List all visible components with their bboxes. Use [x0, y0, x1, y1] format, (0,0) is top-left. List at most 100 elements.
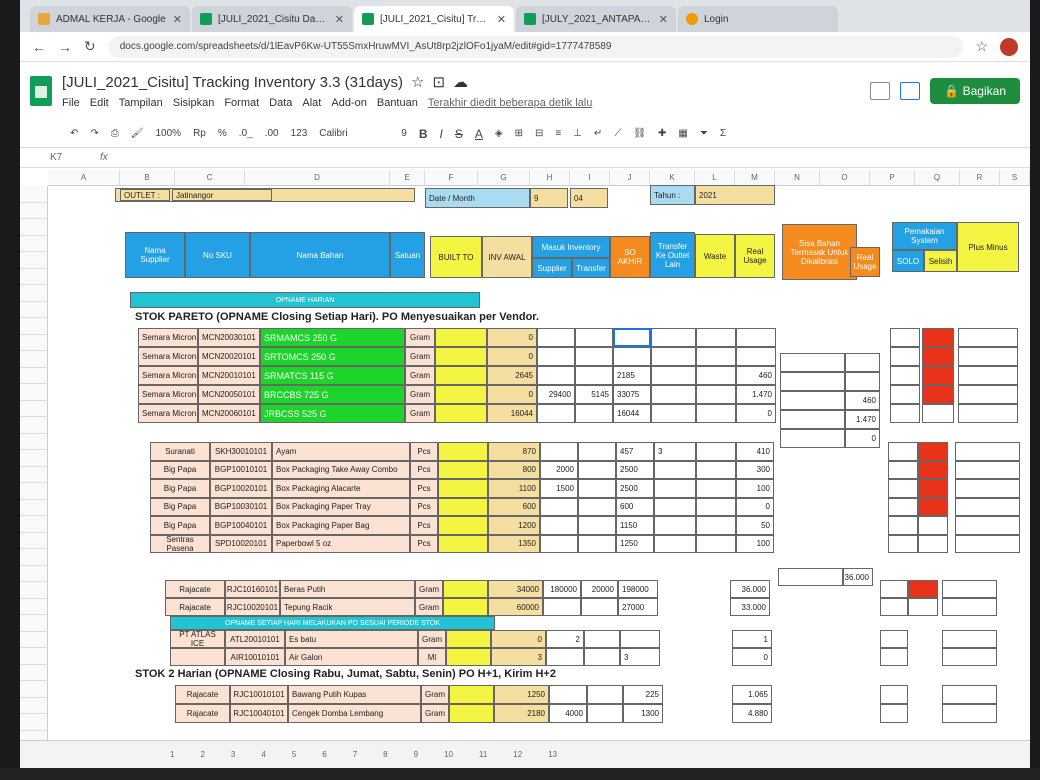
real-usage-cell[interactable]: 0: [732, 648, 772, 666]
close-icon[interactable]: ✕: [659, 13, 668, 26]
row-header[interactable]: [20, 730, 48, 740]
supplier-in-cell[interactable]: [540, 442, 578, 461]
transfer-in-cell[interactable]: [578, 534, 616, 553]
browser-tab[interactable]: [JULY_2021_ANTAPANI] Tr ✕: [516, 6, 676, 32]
supplier-in-cell[interactable]: 4000: [549, 704, 587, 723]
plus-minus-cell[interactable]: [958, 385, 1018, 404]
real-usage-2-cell[interactable]: 1.470: [845, 410, 880, 429]
outlet-value[interactable]: Jatinangor: [172, 189, 272, 201]
supplier-in-cell[interactable]: 2: [546, 630, 584, 648]
close-icon[interactable]: ✕: [497, 13, 506, 26]
print-icon[interactable]: ⎙: [111, 128, 119, 139]
plus-minus-cell[interactable]: [955, 460, 1020, 479]
column-header[interactable]: E: [390, 170, 425, 186]
transfer-outlet-cell[interactable]: [651, 366, 696, 385]
sheet-tab[interactable]: 11: [479, 750, 487, 759]
sisa-cell[interactable]: [780, 429, 845, 448]
sku-cell[interactable]: MCN20050101: [198, 385, 260, 404]
plus-minus-cell[interactable]: [955, 497, 1020, 516]
solo-cell[interactable]: [888, 534, 918, 553]
built-to-cell[interactable]: [446, 648, 491, 666]
bahan-cell[interactable]: Box Packaging Paper Tray: [272, 497, 410, 516]
row-header[interactable]: [20, 334, 48, 351]
selisih-cell[interactable]: [918, 516, 948, 535]
inv-awal-cell[interactable]: 0: [487, 347, 537, 366]
sku-cell[interactable]: ATL20010101: [225, 630, 285, 648]
row-header[interactable]: [20, 466, 48, 483]
sheet-tab[interactable]: 4: [261, 750, 265, 759]
real-usage-cell[interactable]: 33.000: [730, 598, 770, 616]
name-box[interactable]: K7: [50, 152, 90, 163]
row-header[interactable]: [20, 202, 48, 219]
built-to-cell[interactable]: [435, 404, 487, 423]
row-header[interactable]: [20, 648, 48, 665]
plus-minus-cell[interactable]: [955, 442, 1020, 461]
supplier-cell[interactable]: Semara Micron: [138, 404, 198, 423]
real-usage-cell[interactable]: 50: [736, 516, 774, 535]
solo-cell[interactable]: [890, 347, 920, 366]
inv-awal-cell[interactable]: 0: [487, 385, 537, 404]
satuan-cell[interactable]: Pcs: [410, 460, 438, 479]
row-header[interactable]: [20, 384, 48, 401]
column-header[interactable]: I: [570, 170, 610, 186]
row-header[interactable]: [20, 582, 48, 599]
real-usage-cell[interactable]: 1: [732, 630, 772, 648]
selisih-cell[interactable]: [922, 385, 954, 404]
waste-cell[interactable]: [696, 347, 736, 366]
undo-icon[interactable]: ↶: [70, 128, 78, 139]
supplier-cell[interactable]: [170, 648, 225, 666]
solo-cell[interactable]: [890, 366, 920, 385]
solo-cell[interactable]: [888, 516, 918, 535]
supplier-in-cell[interactable]: 2000: [540, 460, 578, 479]
formula-input[interactable]: [118, 150, 1030, 166]
row-header[interactable]: [20, 318, 48, 335]
sheet-tab[interactable]: 5: [292, 750, 296, 759]
so-akhir-cell[interactable]: 27000: [618, 598, 658, 616]
transfer-outlet-cell[interactable]: [696, 516, 736, 535]
transfer-in-cell[interactable]: [578, 497, 616, 516]
rotate-icon[interactable]: ⟋: [614, 128, 621, 139]
bahan-cell[interactable]: Paperbowl 5 oz: [272, 534, 410, 553]
inv-awal-cell[interactable]: 800: [488, 460, 540, 479]
plus-minus-cell[interactable]: [958, 328, 1018, 347]
column-header[interactable]: G: [478, 170, 530, 186]
bahan-cell[interactable]: Cengek Domba Lembang: [288, 704, 421, 723]
real-usage-cell[interactable]: 410: [736, 442, 774, 461]
paint-format-icon[interactable]: 🖌: [131, 128, 144, 139]
real-usage-cell[interactable]: 1.470: [736, 385, 776, 404]
column-header[interactable]: N: [775, 170, 820, 186]
browser-tab[interactable]: [JULI_2021_Cisitu Dan Sui ✕: [192, 6, 352, 32]
supplier-in-cell[interactable]: [540, 516, 578, 535]
so-akhir-cell[interactable]: 457: [616, 442, 654, 461]
supplier-cell[interactable]: Sentras Pasena: [150, 534, 210, 553]
inv-awal-cell[interactable]: 34000: [488, 580, 543, 598]
real-usage-2-cell[interactable]: 36.000: [843, 568, 873, 586]
tahun-value[interactable]: 2021: [695, 185, 775, 205]
built-to-cell[interactable]: [438, 497, 488, 516]
sku-cell[interactable]: SPD10020101: [210, 534, 272, 553]
real-usage-cell[interactable]: 100: [736, 534, 774, 553]
share-button[interactable]: 🔒 Bagikan: [930, 78, 1020, 104]
url-field[interactable]: docs.google.com/spreadsheets/d/1lEavP6Kw…: [107, 35, 964, 58]
real-usage-cell[interactable]: 0: [736, 497, 774, 516]
percent-button[interactable]: %: [218, 128, 227, 139]
sisa-cell[interactable]: [780, 353, 845, 372]
row-header[interactable]: [20, 598, 48, 615]
forward-icon[interactable]: →: [58, 39, 72, 55]
sku-cell[interactable]: BGP10020101: [210, 479, 272, 498]
row-header[interactable]: [20, 450, 48, 467]
bahan-cell[interactable]: Beras Putih: [280, 580, 415, 598]
transfer-outlet-cell[interactable]: [696, 479, 736, 498]
zoom-select[interactable]: 100%: [155, 128, 181, 139]
row-header[interactable]: [20, 186, 48, 203]
supplier-cell[interactable]: Suranati: [150, 442, 210, 461]
built-to-cell[interactable]: [435, 328, 487, 347]
satuan-cell[interactable]: Gram: [405, 328, 435, 347]
functions-icon[interactable]: Σ: [720, 128, 726, 139]
solo-cell[interactable]: [880, 598, 908, 616]
selected-cell[interactable]: [613, 328, 651, 347]
so-akhir-cell[interactable]: 2185: [613, 366, 651, 385]
transfer-in-cell[interactable]: [587, 704, 623, 723]
satuan-cell[interactable]: Gram: [405, 347, 435, 366]
sisa-cell[interactable]: [780, 391, 845, 410]
